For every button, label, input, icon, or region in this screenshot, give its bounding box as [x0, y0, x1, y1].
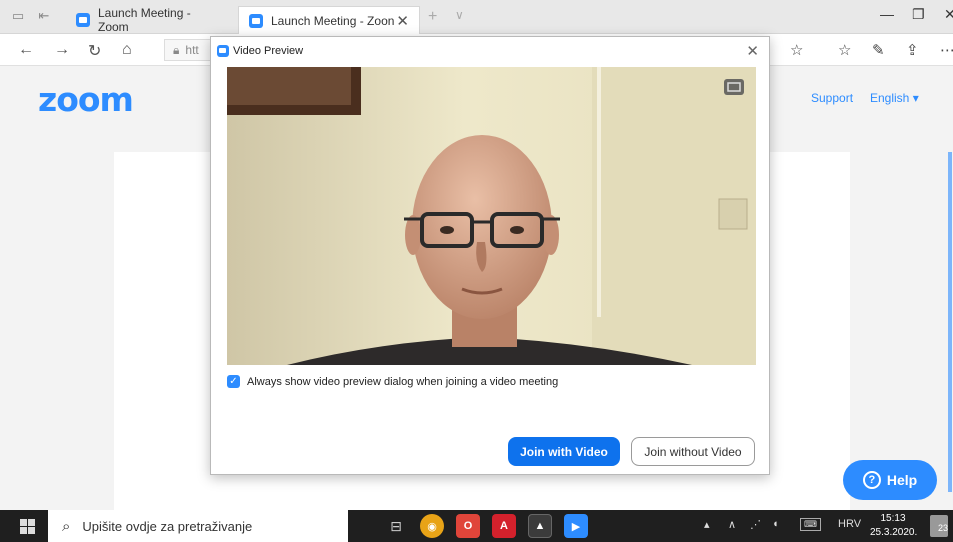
search-placeholder: Upišite ovdje za pretraživanje — [82, 518, 253, 534]
language-dropdown[interactable]: English ▾ — [870, 91, 919, 105]
photos-icon[interactable]: ▲ — [528, 514, 552, 538]
back-arrow-icon[interactable]: ← — [18, 41, 34, 59]
taskbar-search-box[interactable]: ⌕ Upišite ovdje za pretraživanje — [48, 510, 348, 542]
show-hidden-icons-icon[interactable]: ∧ — [728, 518, 736, 531]
notification-center-icon[interactable]: 23 — [930, 515, 948, 537]
favorites-list-icon[interactable]: ☆ — [838, 41, 851, 59]
windows-taskbar: ⌕ Upišite ovdje za pretraživanje ⊟ ◉ O A… — [0, 510, 953, 542]
screen: ▭ ⇤ Launch Meeting - Zoom Launch Meeting… — [0, 0, 953, 542]
tab-title: Launch Meeting - Zoon — [271, 13, 395, 28]
checkbox-checked-icon[interactable]: ✓ — [227, 375, 240, 388]
notification-count: 23 — [937, 523, 948, 533]
windows-start-icon[interactable] — [20, 519, 35, 534]
help-icon: ? — [862, 471, 881, 489]
share-icon[interactable]: ⇪ — [906, 41, 919, 59]
lock-icon: 🔒︎ — [173, 42, 180, 57]
set-tabs-aside-icon[interactable]: ⇤ — [36, 8, 52, 24]
camera-preview-image — [227, 67, 756, 365]
help-label: Help — [886, 472, 918, 488]
checkbox-label: Always show video preview dialog when jo… — [247, 375, 559, 388]
task-view-icon[interactable]: ⊟ — [384, 514, 408, 538]
zoom-favicon-icon — [76, 13, 90, 27]
tray-scroll-icon[interactable]: ▴ — [704, 518, 710, 531]
office-icon[interactable]: O — [456, 514, 480, 538]
page-accent-bar — [948, 152, 952, 492]
close-tab-icon[interactable]: ✕ — [396, 12, 409, 30]
favorite-star-icon[interactable]: ☆ — [790, 41, 803, 59]
address-text: htt — [185, 43, 199, 57]
clock-date: 25.3.2020. — [870, 527, 918, 538]
forward-arrow-icon[interactable]: → — [54, 41, 70, 59]
restore-window-icon[interactable]: ❐ — [912, 6, 925, 23]
tab-launch-meeting-2[interactable]: Launch Meeting - Zoon ✕ — [238, 6, 420, 34]
volume-icon[interactable]: ◖ — [772, 518, 779, 530]
chevron-down-icon[interactable]: ∨ — [455, 8, 464, 22]
more-icon[interactable]: ⋯ — [940, 41, 953, 59]
touch-keyboard-icon[interactable]: ⌨ — [800, 518, 821, 531]
pen-icon[interactable]: ✎ — [872, 41, 885, 59]
zoom-taskbar-icon[interactable]: ▶ — [564, 514, 588, 538]
help-button[interactable]: ? Help — [843, 460, 937, 500]
tab-preview-icon[interactable]: ▭ — [10, 8, 26, 24]
camera-preview — [227, 67, 756, 365]
tab-title: Launch Meeting - Zoom — [98, 6, 191, 34]
new-tab-icon[interactable]: + — [428, 8, 437, 26]
close-dialog-icon[interactable]: ✕ — [746, 42, 759, 60]
dialog-title: Video Preview — [233, 45, 304, 57]
join-with-video-button[interactable]: Join with Video — [508, 437, 620, 466]
zoom-logo[interactable]: zoom — [38, 80, 134, 119]
join-without-video-button[interactable]: Join without Video — [631, 437, 755, 466]
minimize-window-icon[interactable]: — — [880, 6, 894, 22]
always-show-preview-option[interactable]: ✓ Always show video preview dialog when … — [227, 375, 558, 388]
zoom-app-icon — [217, 45, 229, 57]
background-settings-icon[interactable] — [724, 79, 744, 95]
zoom-favicon-icon — [249, 13, 263, 28]
dialog-title-bar: Video Preview — [211, 37, 769, 65]
browser-tab-strip: ▭ ⇤ Launch Meeting - Zoom Launch Meeting… — [0, 0, 953, 34]
search-icon: ⌕ — [62, 517, 71, 535]
video-preview-dialog: Video Preview ✕ ✓ Always show video prev… — [210, 36, 770, 475]
network-icon[interactable]: ⋰ — [750, 518, 761, 531]
close-window-icon[interactable]: ✕ — [944, 6, 953, 23]
clock-time: 15:13 — [880, 513, 906, 524]
chrome-icon[interactable]: ◉ — [420, 514, 444, 538]
tab-launch-meeting-1[interactable]: Launch Meeting - Zoom — [66, 6, 232, 34]
acrobat-icon[interactable]: A — [492, 514, 516, 538]
support-link[interactable]: Support — [811, 91, 853, 105]
home-icon[interactable]: ⌂ — [122, 41, 132, 59]
system-clock[interactable]: 15:13 25.3.2020. — [870, 512, 918, 540]
input-language[interactable]: HRV — [838, 518, 861, 530]
refresh-icon[interactable]: ↻ — [88, 41, 101, 61]
